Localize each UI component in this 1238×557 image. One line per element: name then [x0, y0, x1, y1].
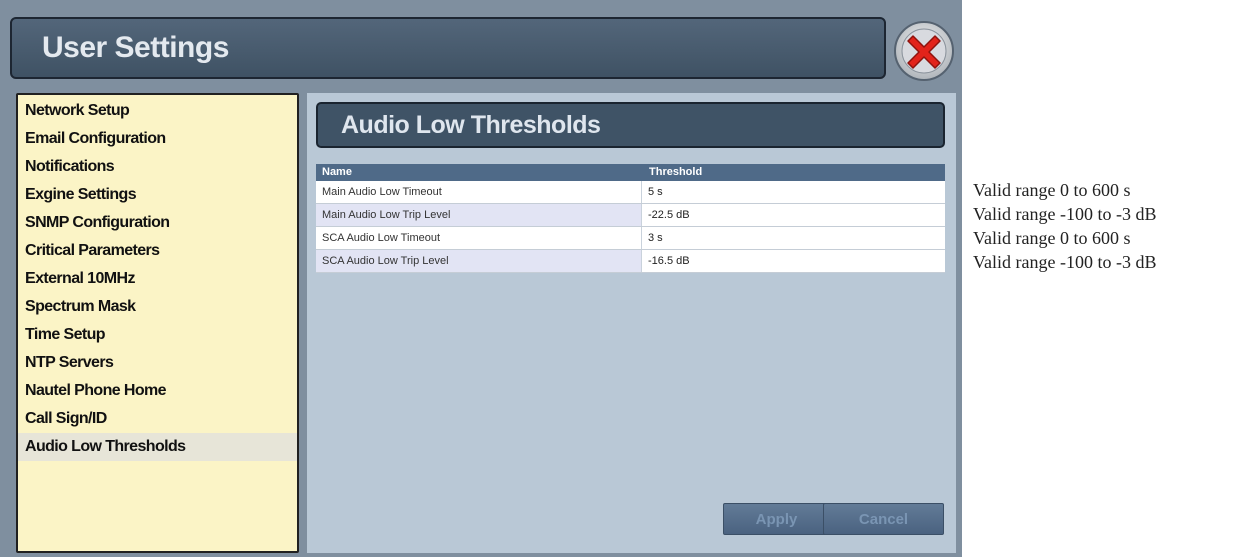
- column-header-threshold: Threshold: [649, 166, 703, 178]
- panel-header: Audio Low Thresholds: [316, 102, 945, 148]
- threshold-field[interactable]: 3 s: [641, 227, 945, 249]
- threshold-field[interactable]: 5 s: [641, 181, 945, 203]
- sidebar-item-call-sign-id[interactable]: Call Sign/ID: [18, 405, 297, 433]
- row-name: SCA Audio Low Timeout: [316, 227, 641, 249]
- note-sca-audio-low-timeout: Valid range 0 to 600 s: [973, 228, 1131, 248]
- sidebar-item-notifications[interactable]: Notifications: [18, 153, 297, 181]
- row-name: Main Audio Low Timeout: [316, 181, 641, 203]
- cancel-button[interactable]: Cancel: [823, 503, 944, 535]
- sidebar-item-snmp-configuration[interactable]: SNMP Configuration: [18, 209, 297, 237]
- settings-sidebar: Network Setup Email Configuration Notifi…: [16, 93, 299, 553]
- close-x-icon: [901, 28, 947, 74]
- table-row: Main Audio Low Timeout 5 s: [316, 181, 945, 204]
- sidebar-item-ntp-servers[interactable]: NTP Servers: [18, 349, 297, 377]
- row-name: Main Audio Low Trip Level: [316, 204, 641, 226]
- sidebar-item-nautel-phone-home[interactable]: Nautel Phone Home: [18, 377, 297, 405]
- sidebar-item-time-setup[interactable]: Time Setup: [18, 321, 297, 349]
- thresholds-table: Name Threshold Main Audio Low Timeout 5 …: [316, 164, 945, 273]
- column-header-name: Name: [322, 166, 352, 178]
- window-title: User Settings: [42, 31, 229, 64]
- apply-button[interactable]: Apply: [723, 503, 830, 535]
- settings-content: Audio Low Thresholds Name Threshold Main…: [307, 93, 956, 553]
- panel-title: Audio Low Thresholds: [341, 111, 601, 139]
- table-row: SCA Audio Low Trip Level -16.5 dB: [316, 250, 945, 273]
- user-settings-window: User Settings Network Setup Email Config…: [0, 0, 962, 557]
- sidebar-item-external-10mhz[interactable]: External 10MHz: [18, 265, 297, 293]
- title-bar: User Settings: [10, 17, 886, 79]
- threshold-field[interactable]: -16.5 dB: [641, 250, 945, 272]
- table-header: Name Threshold: [316, 164, 945, 181]
- row-name: SCA Audio Low Trip Level: [316, 250, 641, 272]
- sidebar-item-network-setup[interactable]: Network Setup: [18, 97, 297, 125]
- sidebar-item-critical-parameters[interactable]: Critical Parameters: [18, 237, 297, 265]
- note-sca-audio-low-trip-level: Valid range -100 to -3 dB: [973, 252, 1157, 272]
- sidebar-item-spectrum-mask[interactable]: Spectrum Mask: [18, 293, 297, 321]
- sidebar-item-exgine-settings[interactable]: Exgine Settings: [18, 181, 297, 209]
- threshold-field[interactable]: -22.5 dB: [641, 204, 945, 226]
- table-row: SCA Audio Low Timeout 3 s: [316, 227, 945, 250]
- sidebar-item-audio-low-thresholds[interactable]: Audio Low Thresholds: [18, 433, 297, 461]
- note-main-audio-low-trip-level: Valid range -100 to -3 dB: [973, 204, 1157, 224]
- note-main-audio-low-timeout: Valid range 0 to 600 s: [973, 180, 1131, 200]
- close-button[interactable]: [894, 21, 954, 81]
- valid-range-notes: Valid range 0 to 600 s Valid range -100 …: [973, 178, 1238, 274]
- table-row: Main Audio Low Trip Level -22.5 dB: [316, 204, 945, 227]
- sidebar-item-email-configuration[interactable]: Email Configuration: [18, 125, 297, 153]
